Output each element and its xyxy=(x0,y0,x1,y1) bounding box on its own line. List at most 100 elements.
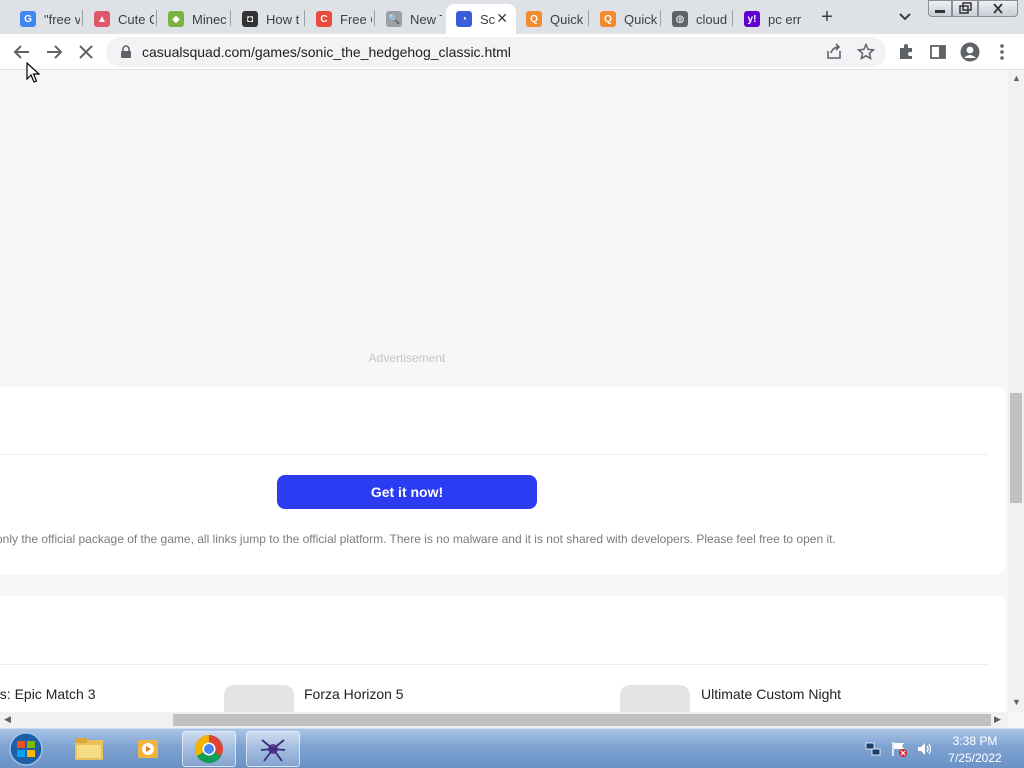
tab-separator xyxy=(732,10,733,26)
page-content: Advertisement Get it now! only the offic… xyxy=(0,71,1008,712)
tab-title: Sc xyxy=(480,11,496,27)
browser-tab[interactable]: ◘ How t xyxy=(232,4,302,34)
quick-icon: Q xyxy=(526,11,542,27)
spider-app-icon xyxy=(260,739,286,762)
lock-icon[interactable] xyxy=(120,45,132,59)
quick-icon: Q xyxy=(600,11,616,27)
tab-title: Minec xyxy=(192,11,227,27)
clock-time: 3:38 PM xyxy=(952,734,998,748)
taskbar-clock[interactable]: 3:38 PM 7/25/2022 xyxy=(940,733,1010,767)
extensions-button[interactable] xyxy=(894,40,918,64)
browser-tab[interactable]: y! pc err xyxy=(734,4,804,34)
scroll-down-arrow-icon[interactable]: ▼ xyxy=(1012,697,1021,707)
tab-separator xyxy=(304,10,305,26)
mouse-cursor-icon xyxy=(26,62,40,83)
browser-tab[interactable]: C Free C xyxy=(306,4,372,34)
browser-tab[interactable]: 🔍 New T xyxy=(376,4,442,34)
game-title-link[interactable]: Forza Horizon 5 xyxy=(304,686,404,702)
google-icon: G xyxy=(20,11,36,27)
tab-strip: G "free v ▲ Cute C ◆ Minec ◘ How t C Free C 🔍 New T… xyxy=(0,0,1024,34)
forward-arrow-icon xyxy=(47,45,63,59)
tab-separator xyxy=(230,10,231,26)
minimize-button[interactable] xyxy=(928,0,952,17)
browser-tab[interactable]: Q Quick xyxy=(516,4,586,34)
tab-separator xyxy=(156,10,157,26)
yahoo-icon: y! xyxy=(744,11,760,27)
globe-icon: ◍ xyxy=(672,11,688,27)
back-arrow-icon xyxy=(13,45,29,59)
volume-icon[interactable] xyxy=(916,740,934,758)
minecraft-icon: ◆ xyxy=(168,11,184,27)
divider xyxy=(0,664,988,665)
chrome-taskbar-button[interactable] xyxy=(182,731,236,767)
avatar-icon xyxy=(960,42,980,62)
bookmark-button[interactable] xyxy=(854,40,878,64)
browser-tab[interactable]: ◍ cloud xyxy=(662,4,730,34)
profile-button[interactable] xyxy=(958,40,982,64)
tab-separator xyxy=(374,10,375,26)
file-explorer-taskbar-button[interactable] xyxy=(62,731,116,767)
tab-title: Free C xyxy=(340,11,372,27)
side-panel-icon xyxy=(930,45,946,59)
share-button[interactable] xyxy=(822,40,846,64)
close-window-button[interactable] xyxy=(978,0,1018,17)
action-center-flag-icon[interactable] xyxy=(890,740,908,758)
network-icon[interactable] xyxy=(864,740,882,758)
scroll-up-arrow-icon[interactable]: ▲ xyxy=(1012,73,1021,83)
scroll-right-arrow-icon[interactable]: ▶ xyxy=(994,714,1001,725)
restore-button[interactable] xyxy=(952,0,978,17)
tab-title: New T xyxy=(410,11,442,27)
game-thumbnail[interactable] xyxy=(224,685,294,712)
download-card: Get it now! only the official package of… xyxy=(0,387,1006,575)
windows-taskbar: 3:38 PM 7/25/2022 xyxy=(0,728,1024,768)
horizontal-scroll-thumb[interactable] xyxy=(173,714,991,726)
puzzle-icon xyxy=(900,44,912,59)
game-title-link[interactable]: Ultimate Custom Night xyxy=(701,686,841,702)
red-circle-icon: C xyxy=(316,11,332,27)
share-icon xyxy=(827,43,841,59)
address-bar[interactable]: casualsquad.com/games/sonic_the_hedgehog… xyxy=(106,37,886,67)
game-thumbnail[interactable] xyxy=(620,685,690,712)
star-icon xyxy=(857,43,875,61)
related-games-card: es: Epic Match 3 Forza Horizon 5 Ultimat… xyxy=(0,596,1006,712)
safety-disclaimer: only the official package of the game, a… xyxy=(0,532,836,546)
close-icon xyxy=(79,45,93,59)
folder-icon xyxy=(75,738,103,760)
new-tab-button[interactable]: + xyxy=(816,4,838,30)
scroll-left-arrow-icon[interactable]: ◀ xyxy=(4,714,11,725)
instructables-icon: ◘ xyxy=(242,11,258,27)
close-tab-icon[interactable]: ✕ xyxy=(496,10,508,27)
vertical-scroll-thumb[interactable] xyxy=(1010,393,1022,503)
advertisement-label: Advertisement xyxy=(368,351,446,365)
tab-title: How t xyxy=(266,11,300,27)
browser-tab[interactable]: Q Quick xyxy=(590,4,658,34)
tab-separator xyxy=(82,10,83,26)
system-tray xyxy=(864,729,934,768)
app-taskbar-button[interactable] xyxy=(246,731,300,767)
tab-title: pc err xyxy=(768,11,802,27)
windows-start-icon[interactable] xyxy=(6,731,46,767)
browser-tab[interactable]: G "free v xyxy=(10,4,80,34)
casualsquad-icon: ◔ xyxy=(456,11,472,27)
tab-title: Cute C xyxy=(118,11,154,27)
back-button[interactable] xyxy=(10,40,34,64)
vertical-scrollbar[interactable]: ▲ ▼ xyxy=(1008,71,1024,712)
horizontal-scrollbar[interactable]: ◀ ▶ xyxy=(0,712,1008,728)
side-panel-button[interactable] xyxy=(926,40,950,64)
browser-tab[interactable]: ◔ Sc ✕ xyxy=(446,4,516,34)
tab-title: "free v xyxy=(44,11,80,27)
cake-icon: ▲ xyxy=(94,11,110,27)
forward-button[interactable] xyxy=(42,40,66,64)
url-text[interactable]: casualsquad.com/games/sonic_the_hedgehog… xyxy=(142,44,511,60)
media-player-taskbar-button[interactable] xyxy=(122,731,176,767)
menu-button[interactable] xyxy=(990,40,1014,64)
tab-search-chevron-icon[interactable] xyxy=(896,8,914,26)
game-title-link[interactable]: es: Epic Match 3 xyxy=(0,686,96,702)
clock-date: 7/25/2022 xyxy=(948,751,1002,765)
get-it-now-button[interactable]: Get it now! xyxy=(277,475,537,509)
tab-title: Quick xyxy=(624,11,658,27)
browser-tab[interactable]: ◆ Minec xyxy=(158,4,228,34)
browser-tab[interactable]: ▲ Cute C xyxy=(84,4,154,34)
tab-separator xyxy=(660,10,661,26)
stop-loading-button[interactable] xyxy=(74,40,98,64)
